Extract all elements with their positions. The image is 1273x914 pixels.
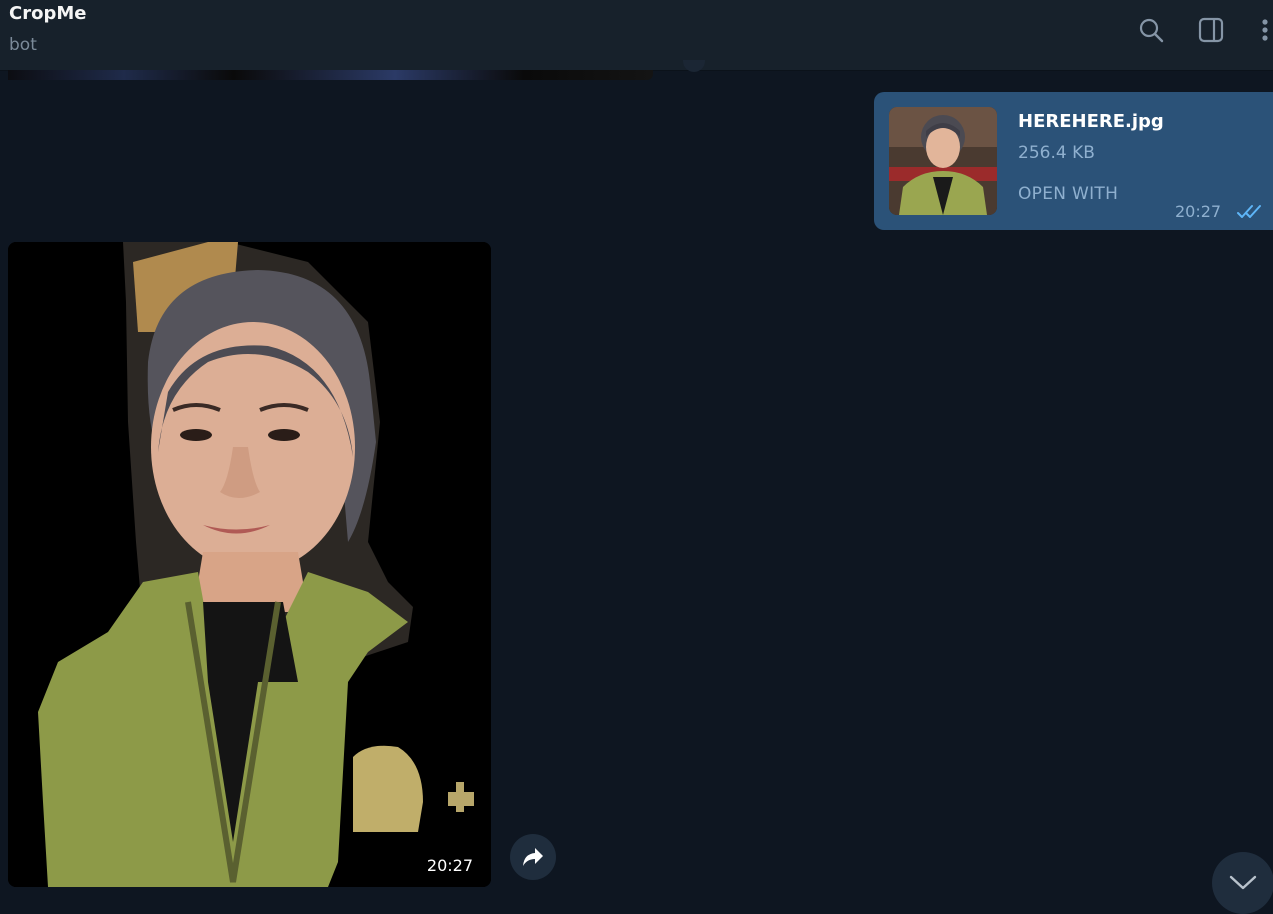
share-arrow-icon — [523, 848, 543, 866]
previous-media-message[interactable] — [8, 70, 653, 80]
open-with-button[interactable]: OPEN WITH — [1018, 184, 1118, 204]
chat-title[interactable]: CropMe — [9, 3, 86, 24]
outgoing-file-message[interactable]: HEREHERE.jpg 256.4 KB OPEN WITH 20:27 — [874, 92, 1273, 230]
file-size: 256.4 KB — [1018, 143, 1095, 163]
incoming-photo-message[interactable]: 20:27 — [8, 242, 491, 887]
cropped-photo — [8, 242, 491, 887]
file-name: HEREHERE.jpg — [1018, 111, 1164, 132]
sidebar-toggle-icon[interactable] — [1195, 14, 1227, 46]
message-time: 20:27 — [1175, 202, 1222, 221]
chat-header: CropMe bot — [0, 0, 1273, 71]
more-vertical-icon[interactable] — [1248, 14, 1273, 46]
chevron-down-icon — [1229, 875, 1257, 890]
double-check-icon — [1237, 203, 1265, 225]
chat-subtitle: bot — [9, 35, 37, 55]
file-thumbnail[interactable] — [889, 107, 997, 215]
scroll-to-bottom-button[interactable] — [1212, 852, 1273, 914]
search-icon[interactable] — [1135, 14, 1167, 46]
forward-button[interactable] — [510, 834, 556, 880]
photo-time-badge: 20:27 — [420, 855, 479, 876]
